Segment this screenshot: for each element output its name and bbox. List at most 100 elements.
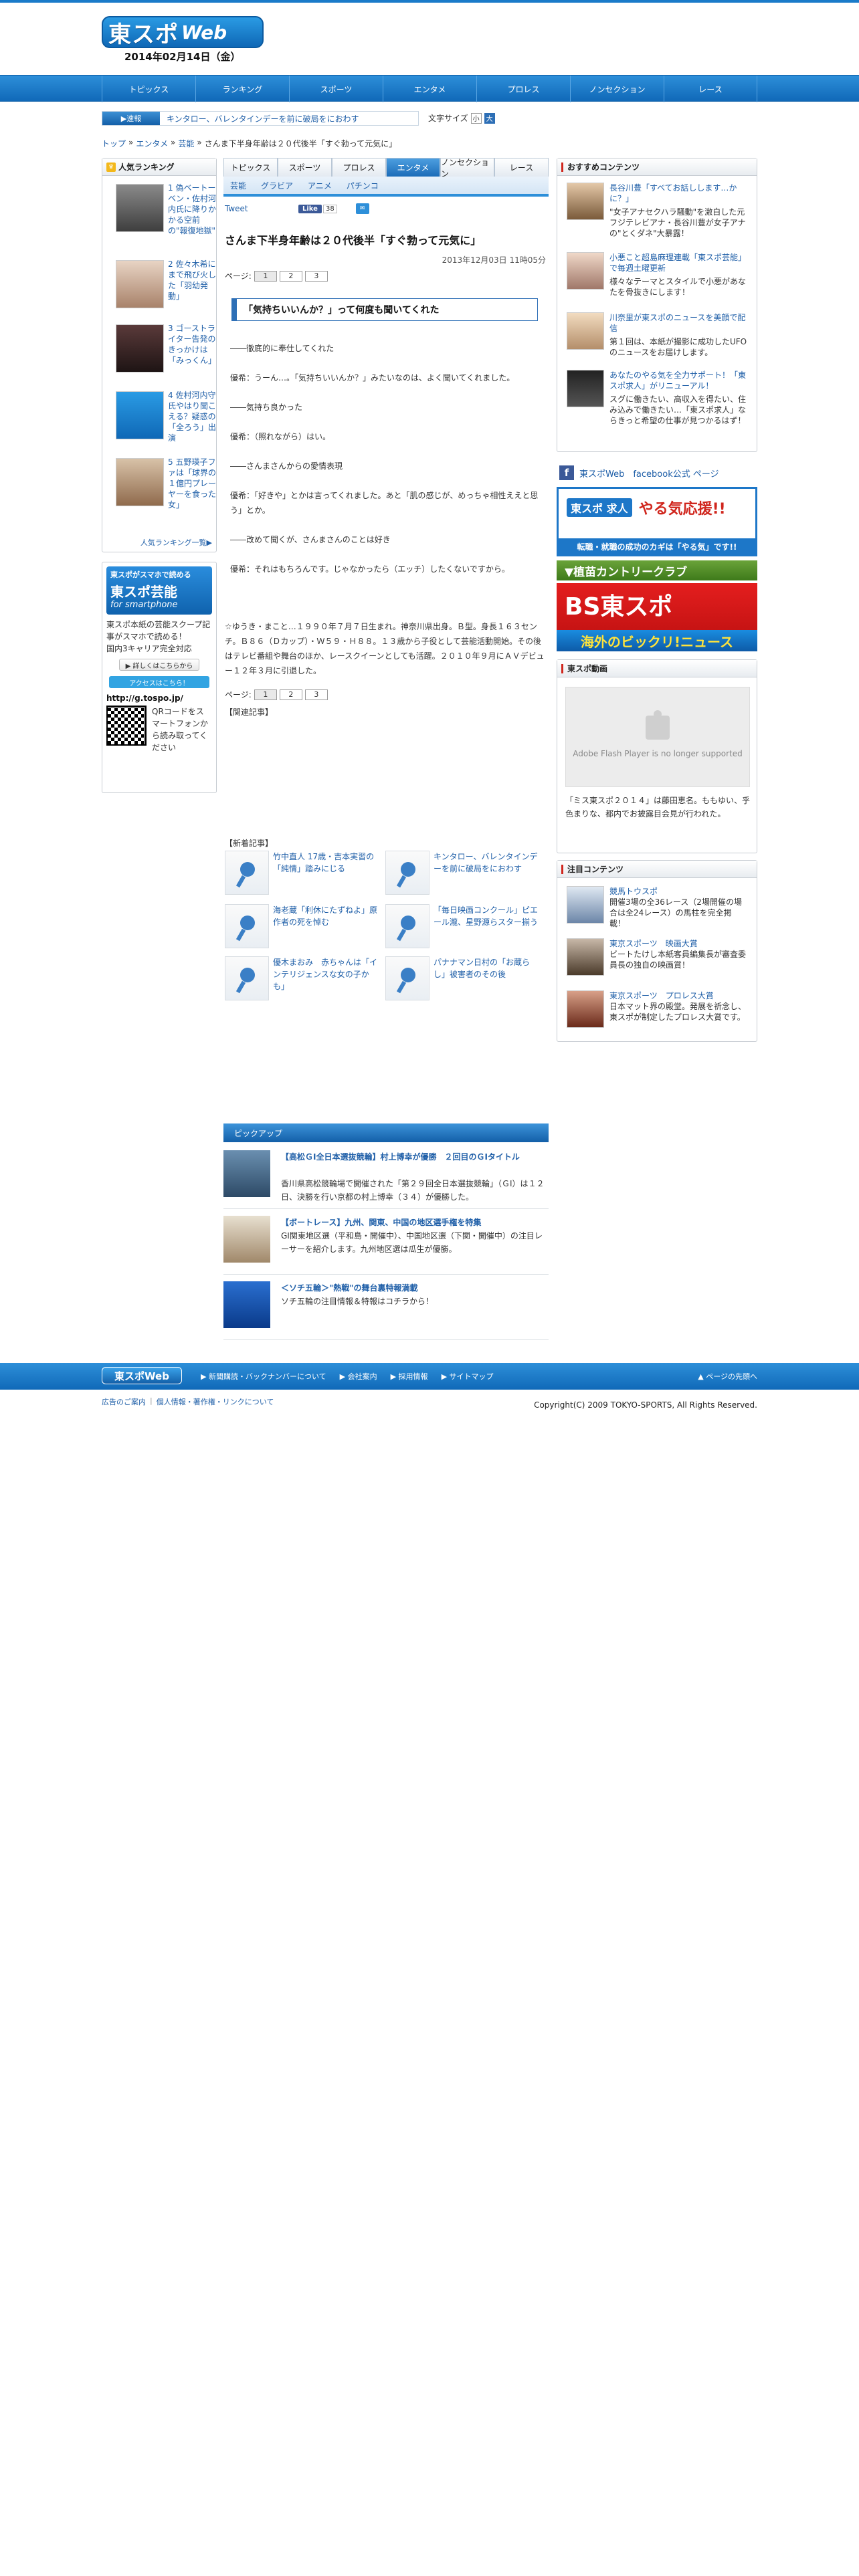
smartphone-detail-button[interactable]: ▶ 詳しくはこちらから bbox=[119, 659, 199, 671]
breaking-news-link[interactable]: キンタロー、バレンタインデーを前に破局をにおわす bbox=[160, 113, 359, 124]
recommended-link[interactable]: 川奈里が東スポのニュースを美顔で配信 bbox=[609, 312, 747, 334]
text-size-large-button[interactable]: 大 bbox=[484, 112, 495, 124]
job-banner[interactable]: 東スポ 求人 やる気応援!! 転職・就職の成功のカギは「やる気」です!! bbox=[557, 487, 757, 556]
facebook-like[interactable]: Like 38 bbox=[298, 204, 337, 213]
pickup-item[interactable]: 【高松ＧⅠ全日本選抜競輪】村上博幸が優勝 ２回目のＧⅠタイトル 香川県高松競輪場… bbox=[223, 1145, 549, 1209]
ranking-item[interactable]: 5 五野瑛子ファは「球界の１億円プレーヤーを食った女」 bbox=[116, 457, 216, 530]
nav-entertainment[interactable]: エンタメ bbox=[383, 76, 476, 102]
footer-link-subscription[interactable]: ▶ 新聞購読・バックナンバーについて bbox=[201, 1371, 326, 1382]
nav-nonsection[interactable]: ノンセクション bbox=[570, 76, 664, 102]
nav-race[interactable]: レース bbox=[664, 76, 757, 102]
new-article-link[interactable]: キンタロー、バレンタインデーを前に破局をにおわす bbox=[434, 851, 541, 875]
facebook-page-link[interactable]: f 東スポWeb facebook公式 ページ bbox=[559, 465, 719, 480]
nav-topics[interactable]: トピックス bbox=[102, 76, 195, 102]
ranking-item-link[interactable]: 5 五野瑛子ファは「球界の１億円プレーヤーを食った女」 bbox=[168, 457, 216, 510]
ranking-thumbnail[interactable] bbox=[116, 391, 164, 439]
attention-thumbnail[interactable] bbox=[567, 886, 604, 924]
pager-page-3[interactable]: 3 bbox=[304, 270, 328, 282]
nav-sports[interactable]: スポーツ bbox=[289, 76, 383, 102]
ranking-item-link[interactable]: 2 佐々木希にまで飛び火した「羽幼発動」 bbox=[168, 259, 216, 302]
pager-page-2[interactable]: 2 bbox=[279, 270, 302, 282]
pickup-title[interactable]: 【高松ＧⅠ全日本選抜競輪】村上博幸が優勝 ２回目のＧⅠタイトル bbox=[281, 1150, 546, 1164]
new-article-item[interactable]: 優木まおみ 赤ちゃんは「インテリジェンスな女の子かも」 bbox=[225, 956, 383, 1000]
pager-page-1[interactable]: 1 bbox=[254, 270, 277, 282]
ranking-item-link[interactable]: 3 ゴーストライター告発のきっかけは「みっくん」 bbox=[168, 323, 216, 366]
ranking-thumbnail[interactable] bbox=[116, 260, 164, 308]
breadcrumb-entertainment[interactable]: エンタメ bbox=[136, 138, 168, 149]
pager-page-1[interactable]: 1 bbox=[254, 689, 277, 700]
tab-nonsection[interactable]: ノンセクション bbox=[440, 158, 494, 179]
pager-page-3[interactable]: 3 bbox=[304, 689, 328, 700]
recommended-thumbnail[interactable] bbox=[567, 312, 604, 350]
recommended-link[interactable]: 小悪こと超島麻理連載「東スポ芸能」で毎週土曜更新 bbox=[609, 252, 747, 274]
new-article-link[interactable]: 「毎日映画コンクール」ピエール瀧、星野源らスター揃う bbox=[434, 904, 541, 928]
new-article-item[interactable]: 海老蔵「利休にたずねよ」原作者の死を悼む bbox=[225, 904, 383, 948]
new-article-link[interactable]: 海老蔵「利休にたずねよ」原作者の死を悼む bbox=[273, 904, 380, 928]
ranking-thumbnail[interactable] bbox=[116, 324, 164, 372]
pager-page-2[interactable]: 2 bbox=[279, 689, 302, 700]
bs-tospo-banner[interactable]: BS東スポ 海外のビックリ!ニュース bbox=[557, 583, 757, 651]
recommended-link[interactable]: あなたのやる気を全力サポート！「東スポ求人」がリニューアル！ bbox=[609, 370, 747, 391]
recommended-thumbnail[interactable] bbox=[567, 183, 604, 220]
attention-item[interactable]: 競馬トウスポ 開催3場の全36レース（2場開催の場合は全24レース）の馬柱を完全… bbox=[567, 886, 749, 936]
recommended-link[interactable]: 長谷川豊「すべてお話しします…かに？」 bbox=[609, 183, 747, 204]
recommended-item[interactable]: あなたのやる気を全力サポート！「東スポ求人」がリニューアル！ スグに働きたい、高… bbox=[567, 370, 749, 443]
subtab-gravure[interactable]: グラビア bbox=[261, 180, 293, 191]
pickup-thumbnail[interactable] bbox=[223, 1216, 270, 1263]
pickup-item[interactable]: ＜ソチ五輪＞"熱戦"の舞台裏特報満載 ソチ五輪の注目情報＆特報はコチラから！ bbox=[223, 1276, 549, 1340]
subtab-pachinko[interactable]: パチンコ bbox=[347, 180, 379, 191]
country-club-banner[interactable]: ▼植苗カントリークラブ bbox=[557, 560, 757, 580]
footer-link-recruit[interactable]: ▶ 採用情報 bbox=[391, 1371, 428, 1382]
attention-item[interactable]: 東京スポーツ プロレス大賞 日本マット界の殿堂。発展を祈念し、東スポが制定したプ… bbox=[567, 990, 749, 1040]
ranking-thumbnail[interactable] bbox=[116, 184, 164, 232]
pickup-title[interactable]: 【ボートレース】九州、関東、中国の地区選手権を特集 bbox=[281, 1216, 546, 1229]
ranking-thumbnail[interactable] bbox=[116, 458, 164, 506]
ranking-item[interactable]: 3 ゴーストライター告発のきっかけは「みっくん」 bbox=[116, 323, 216, 397]
breadcrumb-geinou[interactable]: 芸能 bbox=[178, 138, 194, 149]
pickup-thumbnail[interactable] bbox=[223, 1150, 270, 1197]
video-player[interactable]: Adobe Flash Player is no longer supporte… bbox=[565, 687, 750, 787]
footer-link-privacy[interactable]: 個人情報・著作権・リンクについて bbox=[157, 1396, 274, 1407]
tab-race[interactable]: レース bbox=[494, 158, 549, 177]
pickup-thumbnail[interactable] bbox=[223, 1281, 270, 1328]
tab-topics[interactable]: トピックス bbox=[223, 158, 278, 177]
attention-link[interactable]: 東京スポーツ 映画大賞 bbox=[609, 938, 747, 949]
attention-link[interactable]: 競馬トウスポ bbox=[609, 886, 747, 897]
recommended-thumbnail[interactable] bbox=[567, 252, 604, 290]
recommended-item[interactable]: 川奈里が東スポのニュースを美顔で配信 第１回は、本紙が撮影に成功したUFOのニュ… bbox=[567, 312, 749, 366]
attention-link[interactable]: 東京スポーツ プロレス大賞 bbox=[609, 990, 747, 1001]
smartphone-url[interactable]: http://g.tospo.jp/ bbox=[106, 693, 212, 703]
nav-prowrestling[interactable]: プロレス bbox=[476, 76, 570, 102]
new-article-link[interactable]: 優木まおみ 赤ちゃんは「インテリジェンスな女の子かも」 bbox=[273, 956, 380, 992]
recommended-item[interactable]: 長谷川豊「すべてお話しします…かに？」 "女子アナセクハラ騒動"を激白した元フジ… bbox=[567, 183, 749, 249]
footer-link-sitemap[interactable]: ▶ サイトマップ bbox=[442, 1371, 494, 1382]
footer-logo[interactable]: 東スポWeb bbox=[102, 1367, 182, 1384]
attention-thumbnail[interactable] bbox=[567, 938, 604, 976]
footer-link-company[interactable]: ▶ 会社案内 bbox=[340, 1371, 377, 1382]
attention-thumbnail[interactable] bbox=[567, 990, 604, 1028]
pickup-title[interactable]: ＜ソチ五輪＞"熱戦"の舞台裏特報満載 bbox=[281, 1281, 546, 1295]
subtab-anime[interactable]: アニメ bbox=[308, 180, 332, 191]
ranking-item-link[interactable]: 1 偽ベートーベン・佐村河内氏に降りかかる空前の"報復地獄" bbox=[168, 183, 216, 236]
tweet-button[interactable]: Tweet bbox=[225, 204, 298, 213]
footer-link-ads[interactable]: 広告のご案内 bbox=[102, 1396, 146, 1407]
attention-item[interactable]: 東京スポーツ 映画大賞 ビートたけし本紙客員編集長が審査委員長の独自の映画賞！ bbox=[567, 938, 749, 988]
new-article-link[interactable]: パナナマン日村の「お蔵らし」被害者のその後 bbox=[434, 956, 541, 980]
ranking-item-link[interactable]: 4 佐村河内守氏やはり聞こえる？疑惑の「全ろう」出演 bbox=[168, 390, 216, 443]
recommended-thumbnail[interactable] bbox=[567, 370, 604, 407]
mail-share-icon[interactable]: ✉ bbox=[355, 203, 369, 214]
facebook-like-button[interactable]: Like bbox=[298, 204, 322, 213]
ranking-item[interactable]: 1 偽ベートーベン・佐村河内氏に降りかかる空前の"報復地獄" bbox=[116, 183, 216, 256]
facebook-page-text[interactable]: 東スポWeb facebook公式 ページ bbox=[579, 467, 719, 479]
new-article-link[interactable]: 竹中直人 17歳・吉本実習の「純情」踏みにじる bbox=[273, 851, 380, 875]
ranking-more-link[interactable]: 人気ランキング一覧▶ bbox=[140, 537, 212, 548]
new-article-item[interactable]: 「毎日映画コンクール」ピエール瀧、星野源らスター揃う bbox=[385, 904, 543, 948]
pickup-item[interactable]: 【ボートレース】九州、関東、中国の地区選手権を特集 GI関東地区選（平和島・開催… bbox=[223, 1210, 549, 1275]
tab-sports[interactable]: スポーツ bbox=[278, 158, 332, 177]
new-article-item[interactable]: 竹中直人 17歳・吉本実習の「純情」踏みにじる bbox=[225, 851, 383, 895]
subtab-geinou[interactable]: 芸能 bbox=[230, 180, 246, 191]
tab-entertainment[interactable]: エンタメ bbox=[386, 158, 440, 177]
nav-ranking[interactable]: ランキング bbox=[195, 76, 289, 102]
site-logo[interactable]: 東スポ Web bbox=[102, 16, 264, 48]
ranking-item[interactable]: 4 佐村河内守氏やはり聞こえる？疑惑の「全ろう」出演 bbox=[116, 390, 216, 463]
